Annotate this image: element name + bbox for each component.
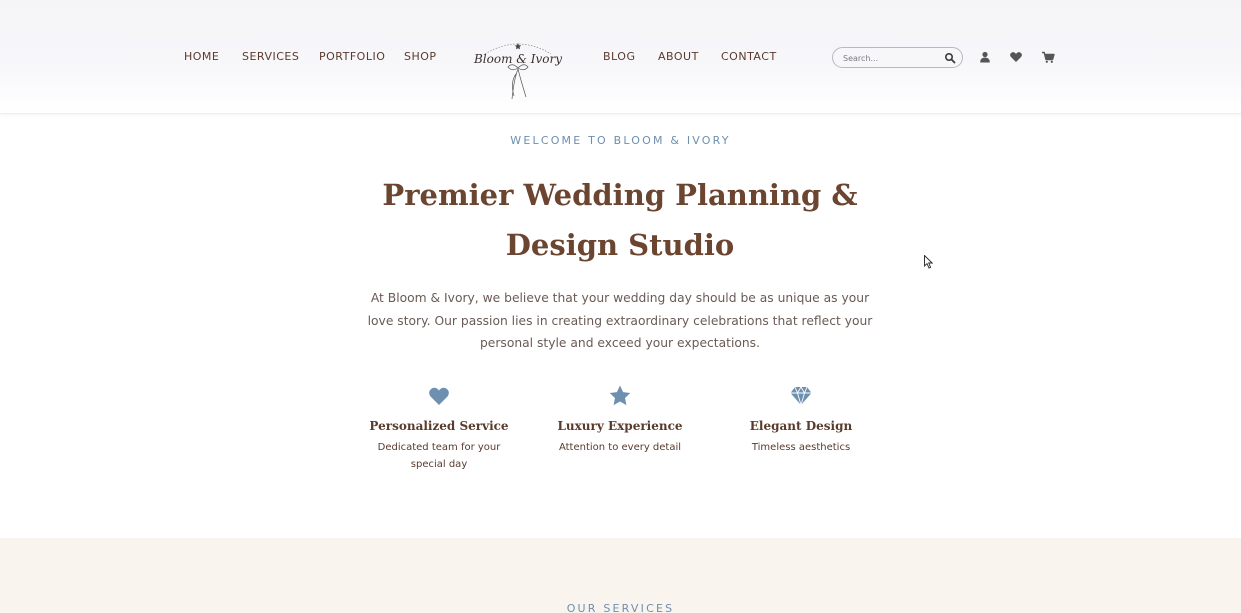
nav-shop[interactable]: SHOP [404, 50, 437, 63]
hero-intro: At Bloom & Ivory, we believe that your w… [367, 291, 873, 350]
search-input[interactable] [843, 51, 943, 65]
search-box [832, 47, 963, 68]
feature-title: Luxury Experience [557, 419, 683, 433]
title-line-2: Design Studio [505, 228, 735, 262]
user-icon[interactable] [978, 50, 992, 64]
nav-services[interactable]: SERVICES [242, 50, 299, 63]
feature-desc: Timeless aesthetics [751, 442, 851, 453]
logo-text: Bloom & Ivory [473, 52, 563, 66]
site-logo[interactable]: Bloom & Ivory [467, 34, 569, 104]
feature-elegant-design: Elegant Design Timeless aesthetics [726, 384, 876, 456]
feature-title: Elegant Design [749, 419, 853, 433]
nav-contact[interactable]: CONTACT [721, 50, 777, 63]
search-icon[interactable] [944, 52, 956, 64]
cart-icon[interactable] [1041, 50, 1055, 64]
heart-icon[interactable] [1009, 50, 1023, 64]
services-eyebrow: OUR SERVICES [566, 602, 675, 613]
feature-desc: Attention to every detail [558, 442, 682, 453]
page-title: Premier Wedding Planning & Design Studio [370, 170, 870, 270]
mouse-cursor-icon [924, 255, 934, 269]
feature-personalized-service: Personalized Service Dedicated team for … [364, 384, 514, 473]
services-section: OUR SERVICES [0, 538, 1241, 613]
feature-title: Personalized Service [369, 419, 509, 433]
feature-desc: Dedicated team for your special day [377, 442, 501, 470]
star-icon [609, 385, 631, 406]
nav-portfolio[interactable]: PORTFOLIO [319, 50, 385, 63]
hero-eyebrow: WELCOME TO BLOOM & IVORY [510, 134, 731, 147]
feature-luxury-experience: Luxury Experience Attention to every det… [545, 384, 695, 456]
nav-about[interactable]: ABOUT [658, 50, 699, 63]
heart-icon [429, 387, 449, 405]
diamond-icon [790, 386, 812, 407]
site-header: HOME SERVICES PORTFOLIO SHOP Bloom & Ivo… [0, 0, 1241, 114]
nav-blog[interactable]: BLOG [603, 50, 635, 63]
nav-home[interactable]: HOME [184, 50, 219, 63]
title-line-1: Premier Wedding Planning & [382, 178, 858, 212]
logo-mark [484, 43, 552, 100]
